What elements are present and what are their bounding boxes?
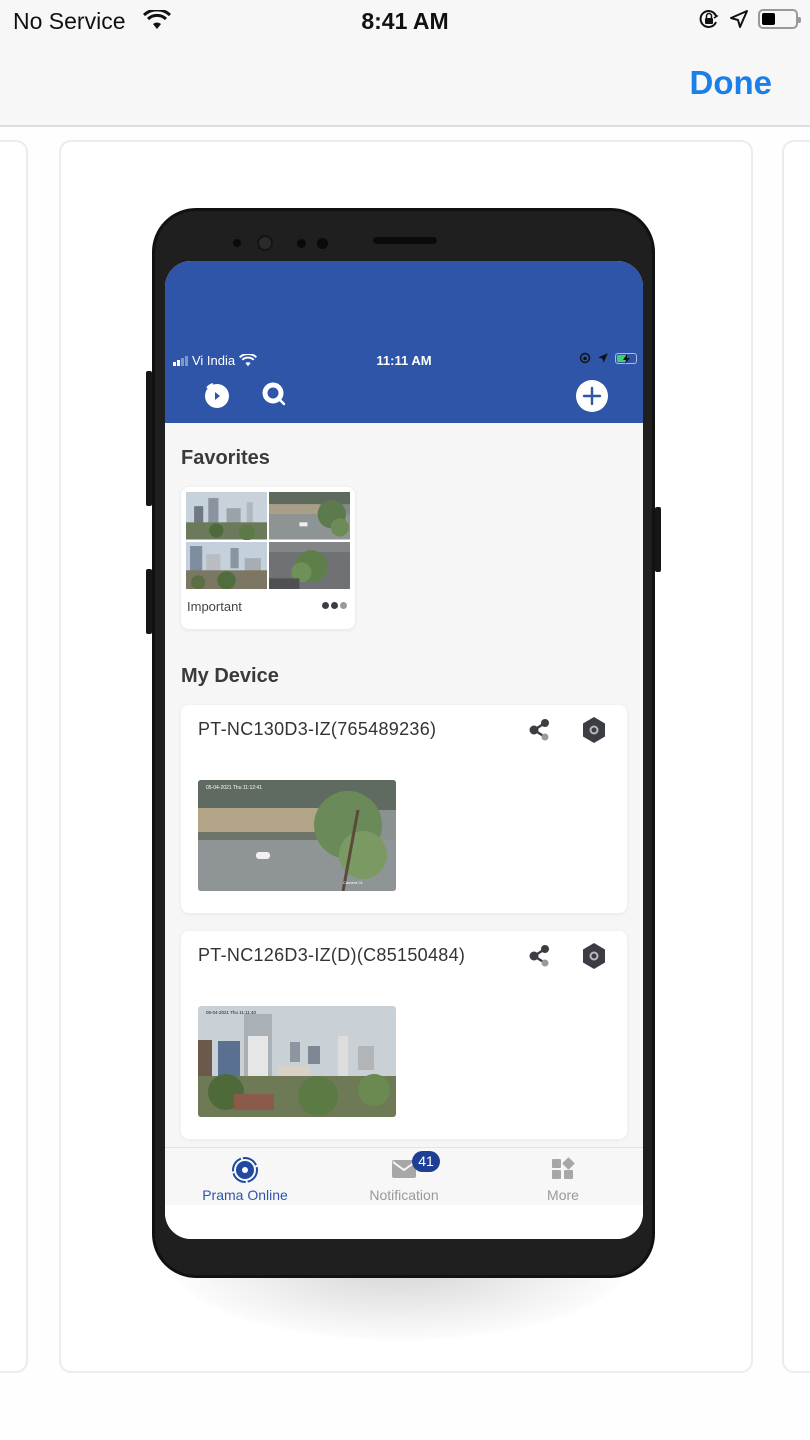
power-button bbox=[655, 507, 661, 572]
device-name: PT-NC126D3-IZ(D)(C85150484) bbox=[198, 945, 466, 965]
sensor-dot bbox=[297, 239, 306, 248]
tab-label: More bbox=[547, 1187, 579, 1203]
tab-label: Notification bbox=[369, 1187, 439, 1203]
favorite-group-label: Important bbox=[187, 599, 242, 614]
device-name: PT-NC130D3-IZ(765489236) bbox=[198, 719, 437, 739]
playback-icon bbox=[205, 383, 229, 408]
tab-prama-online[interactable]: Prama Online bbox=[165, 1148, 325, 1206]
home-indicator-area bbox=[165, 1205, 643, 1239]
orientation-lock-icon bbox=[699, 10, 719, 28]
settings-icon[interactable] bbox=[581, 716, 607, 744]
app-header: Vi India 11:11 AM bbox=[165, 261, 643, 423]
device-card[interactable]: PT-NC126D3-IZ(D)(C85150484) 05-04-2021 T bbox=[181, 931, 627, 1139]
live-view-icon bbox=[232, 1157, 258, 1183]
app-status-bar: Vi India 11:11 AM bbox=[165, 351, 643, 371]
clock: 8:41 AM bbox=[361, 8, 449, 34]
favorite-group-card[interactable]: Important bbox=[181, 487, 355, 629]
sensor-dot bbox=[233, 239, 241, 247]
location-arrow-icon bbox=[730, 10, 748, 28]
charging-battery-icon bbox=[615, 352, 637, 364]
add-device-button[interactable] bbox=[575, 379, 609, 413]
ios-top-bar: No Service 8:41 AM Done bbox=[0, 0, 810, 127]
side-button bbox=[146, 569, 152, 634]
battery-icon bbox=[758, 9, 801, 29]
search-icon bbox=[262, 382, 286, 406]
earpiece-speaker bbox=[373, 237, 437, 244]
svg-text:05-04-2021 Thu 11:12:41: 05-04-2021 Thu 11:12:41 bbox=[206, 785, 262, 791]
done-button[interactable]: Done bbox=[690, 64, 773, 102]
settings-icon[interactable] bbox=[581, 942, 607, 970]
app-clock: 11:11 AM bbox=[376, 353, 432, 368]
sensor-dot bbox=[317, 238, 328, 249]
my-device-title: My Device bbox=[181, 665, 279, 687]
camera-live-thumbnail[interactable]: 05-04-2021 Thu 11:11:40 bbox=[198, 1006, 396, 1117]
device-card[interactable]: PT-NC130D3-IZ(765489236) 05-04-2021 Thu … bbox=[181, 705, 627, 913]
share-icon[interactable] bbox=[527, 717, 553, 743]
camera-thumbnail bbox=[186, 541, 267, 589]
notification-badge: 41 bbox=[412, 1151, 440, 1172]
previous-page-card[interactable] bbox=[0, 140, 28, 1373]
playback-button[interactable] bbox=[203, 381, 231, 409]
share-icon[interactable] bbox=[527, 943, 553, 969]
favorites-title: Favorites bbox=[181, 447, 270, 469]
favorite-thumbnail-grid bbox=[186, 492, 350, 589]
tab-more[interactable]: More bbox=[483, 1148, 643, 1206]
phone-frame: Vi India 11:11 AM Favorites Important My… bbox=[146, 208, 661, 1278]
app-screen: Vi India 11:11 AM Favorites Important My… bbox=[165, 261, 643, 1239]
tab-notification[interactable]: 41 Notification bbox=[324, 1148, 484, 1206]
ios-status-bar: No Service 8:41 AM bbox=[0, 0, 810, 44]
camera-thumbnail bbox=[269, 492, 350, 540]
svg-text:Camera 01: Camera 01 bbox=[343, 880, 364, 885]
volume-button bbox=[146, 371, 152, 506]
camera-live-thumbnail[interactable]: 05-04-2021 Thu 11:12:41 Camera 01 bbox=[198, 780, 396, 891]
location-arrow-icon bbox=[598, 353, 608, 363]
search-button[interactable] bbox=[261, 381, 289, 409]
next-page-card[interactable] bbox=[782, 140, 810, 1373]
tab-label: Prama Online bbox=[202, 1187, 288, 1203]
camera-thumbnail bbox=[186, 492, 267, 540]
grid-icon bbox=[552, 1157, 575, 1179]
camera-thumbnail bbox=[269, 541, 350, 589]
orientation-lock-icon bbox=[579, 352, 591, 364]
more-options-button[interactable] bbox=[322, 602, 347, 609]
add-icon bbox=[576, 380, 608, 412]
front-camera bbox=[257, 235, 273, 251]
svg-text:05-04-2021 Thu 11:11:40: 05-04-2021 Thu 11:11:40 bbox=[206, 1010, 257, 1015]
bottom-tab-bar: Prama Online 41 Notification More bbox=[165, 1147, 643, 1205]
